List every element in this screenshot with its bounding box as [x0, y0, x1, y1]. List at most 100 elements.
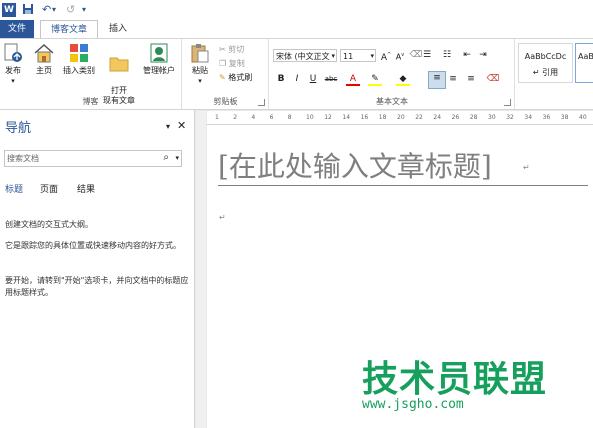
bold-button[interactable]: B: [274, 73, 288, 86]
format-painter-label: 格式刷: [228, 73, 253, 82]
underline-button[interactable]: U: [306, 73, 320, 86]
tab-blog-post[interactable]: 博客文章: [40, 20, 98, 38]
highlight-icon[interactable]: ✎: [368, 73, 382, 86]
cut-button[interactable]: ✂ 剪切: [219, 45, 244, 55]
publish-label: 发布: [5, 66, 21, 75]
shrink-font-button[interactable]: Av: [393, 49, 407, 62]
nav-tab-headings[interactable]: 标题: [5, 182, 23, 195]
ruler-tick-label: 16: [360, 114, 369, 121]
align-right-icon[interactable]: ≡: [464, 73, 478, 86]
shading-icon[interactable]: ◆: [396, 73, 410, 86]
style-next-sample: AaB: [578, 52, 593, 61]
nav-help-text-1: 创建文档的交互式大纲。: [5, 220, 93, 229]
insert-category-icon: [70, 44, 88, 62]
manage-accounts-button[interactable]: 管理帐户: [138, 42, 180, 76]
ruler-tick-label: 12: [324, 114, 332, 121]
cut-label: 剪切: [228, 45, 245, 54]
ruler-tick-label: 36: [542, 114, 551, 121]
ruler-ticks: 1 2 4 6 8 10 12 14 16 18 20 22 24 26 28 30 32 34 36 38 40: [207, 111, 593, 124]
style-next[interactable]: AaB: [575, 43, 593, 83]
clipboard-launcher-icon[interactable]: [258, 99, 265, 106]
paste-icon: [191, 44, 209, 63]
nav-tab-pages[interactable]: 页面: [40, 182, 58, 195]
italic-button[interactable]: I: [290, 73, 304, 86]
format-painter-button[interactable]: ✎ 格式刷: [219, 73, 252, 83]
style-quote-sample: AaBbCcDc: [524, 52, 567, 61]
ruler-tick-label: 38: [560, 114, 569, 121]
font-name-value: 宋体 (中文正文: [276, 52, 330, 61]
style-quote[interactable]: AaBbCcDc ↵ 引用: [518, 43, 573, 83]
numbering-icon[interactable]: ☷: [440, 49, 454, 62]
align-center-icon[interactable]: ≡: [446, 73, 460, 86]
undo-dropdown-icon[interactable]: ▾: [52, 3, 56, 17]
insert-category-button[interactable]: 插入类别: [60, 42, 98, 76]
align-left-icon[interactable]: ≡: [428, 71, 446, 89]
navigation-pane: 导航 ▾ ✕ 搜索文档 ⌕ ▾ 标题 页面 结果 创建文档的交互式大纲。 它是跟…: [0, 110, 195, 428]
paste-button[interactable]: 粘贴 ▾: [187, 42, 213, 86]
tab-file[interactable]: 文件: [0, 20, 34, 38]
strikethrough-button[interactable]: abc: [322, 73, 340, 86]
search-dropdown-icon[interactable]: ▾: [175, 154, 179, 162]
copy-button[interactable]: ❐ 复制: [219, 59, 245, 69]
nav-search-input[interactable]: 搜索文档: [7, 153, 39, 164]
manage-accounts-label: 管理帐户: [143, 66, 175, 75]
clipboard-group: 粘贴 ▾ ✂ 剪切 ❐ 复制 ✎ 格式刷 剪贴板: [183, 39, 269, 109]
nav-close-icon[interactable]: ✕: [177, 119, 186, 132]
ruler-tick-label: 24: [433, 114, 442, 121]
font-name-combo[interactable]: 宋体 (中文正文 ▾: [273, 49, 337, 62]
ruler-tick-label: 10: [306, 114, 314, 121]
ruler-tick-label: 22: [415, 114, 423, 121]
format-painter-icon: ✎: [219, 73, 226, 82]
undo-icon[interactable]: ↶: [42, 3, 51, 17]
ruler-tick-label: 14: [342, 114, 351, 121]
home-icon: [34, 43, 54, 63]
word-logo-icon[interactable]: W: [2, 3, 16, 17]
ruler-tick-label: 28: [469, 114, 478, 121]
home-button[interactable]: 主页: [30, 42, 58, 76]
save-icon[interactable]: [22, 3, 34, 17]
nav-options-icon[interactable]: ▾: [166, 122, 170, 131]
tab-insert[interactable]: 插入: [100, 20, 136, 38]
customize-qat-icon[interactable]: ▾: [82, 3, 86, 17]
ruler-tick-label: 34: [524, 114, 533, 121]
ruler-tick-label: 2: [233, 114, 238, 121]
ruler-tick-label: 4: [251, 114, 256, 121]
decrease-indent-icon[interactable]: ⇤: [460, 49, 474, 62]
copy-label: 复制: [228, 59, 245, 68]
basic-text-group-label: 基本文本: [376, 97, 408, 106]
style-quote-name: ↵ 引用: [532, 68, 559, 77]
nav-tab-results[interactable]: 结果: [77, 182, 95, 195]
redo-icon[interactable]: ↺: [66, 3, 75, 17]
ruler-tick-label: 1: [215, 114, 219, 121]
ruler-tick-label: 30: [488, 114, 496, 121]
font-color-icon[interactable]: A: [346, 73, 360, 86]
font-size-combo[interactable]: 11 ▾: [340, 49, 376, 62]
basic-text-launcher-icon[interactable]: [504, 99, 511, 106]
paragraph-mark: ↵: [219, 213, 226, 222]
post-title-placeholder[interactable]: [在此处输入文章标题]: [218, 145, 492, 185]
title-underline: [218, 185, 588, 186]
search-icon[interactable]: ⌕: [163, 152, 169, 163]
ribbon-tab-row: 文件 博客文章 插入: [0, 20, 593, 38]
grow-font-button[interactable]: A^: [379, 49, 393, 63]
publish-button[interactable]: 发布 ▾: [2, 42, 24, 86]
clipboard-group-label: 剪贴板: [213, 97, 238, 106]
watermark: 技术员联盟 www.jsgho.com: [362, 360, 552, 413]
blog-group-label: 博客: [82, 97, 99, 106]
publish-icon: [4, 43, 22, 62]
insert-category-label: 插入类别: [63, 66, 95, 75]
nav-search-box[interactable]: 搜索文档 ⌕ ▾: [4, 150, 182, 167]
blog-group: 发布 ▾ 主页 插入类别 打开 现有文章 管理帐户 博客: [0, 39, 182, 109]
title-para-mark: ↵: [523, 163, 530, 172]
styles-group: AaBbCcDc ↵ 引用 AaB: [516, 39, 593, 109]
bullets-icon[interactable]: ☰: [420, 49, 434, 62]
folder-open-icon: [109, 57, 129, 72]
increase-indent-icon[interactable]: ⇥: [476, 49, 490, 62]
ribbon: 发布 ▾ 主页 插入类别 打开 现有文章 管理帐户 博客 粘贴 ▾ ✂ 剪切 ❐ 复…: [0, 38, 593, 110]
ruler-tick-label: 6: [269, 114, 274, 121]
nav-help-text-2: 它是跟踪您的具体位置或快速移动内容的好方式。: [5, 241, 181, 250]
horizontal-ruler[interactable]: 1 2 4 6 8 10 12 14 16 18 20 22 24 26 28 30 32 34 36 38 40: [207, 111, 593, 125]
home-label: 主页: [36, 66, 52, 75]
clear-formatting-icon[interactable]: ⌫: [486, 73, 500, 86]
vertical-ruler: [196, 111, 206, 428]
